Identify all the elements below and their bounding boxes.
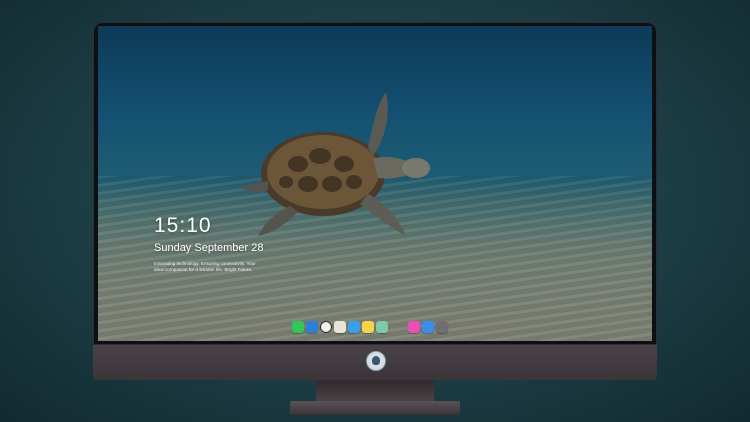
video-icon[interactable] xyxy=(348,321,360,333)
finder-icon[interactable] xyxy=(306,321,318,333)
brand-logo-icon xyxy=(366,351,386,371)
clock-icon[interactable] xyxy=(320,321,332,333)
camera-icon[interactable] xyxy=(436,321,448,333)
monitor: 15:10 Sunday September 28 Innovating tec… xyxy=(93,22,657,380)
monitor-stand-neck xyxy=(316,380,434,402)
dock xyxy=(292,320,448,334)
photos-icon[interactable] xyxy=(334,321,346,333)
safari-icon[interactable] xyxy=(422,321,434,333)
maps-icon[interactable] xyxy=(376,321,388,333)
lock-date: Sunday September 28 xyxy=(154,242,264,254)
notes-icon[interactable] xyxy=(362,321,374,333)
music-icon[interactable] xyxy=(408,321,420,333)
monitor-chin xyxy=(93,345,657,380)
lock-screen[interactable]: 15:10 Sunday September 28 Innovating tec… xyxy=(98,26,652,341)
monitor-bezel: 15:10 Sunday September 28 Innovating tec… xyxy=(93,22,657,345)
lock-screen-info: 15:10 Sunday September 28 Innovating tec… xyxy=(154,214,264,273)
monitor-stand-base xyxy=(290,401,460,415)
lock-tagline: Innovating technology, Ensuring connecti… xyxy=(154,261,256,272)
messages-icon[interactable] xyxy=(292,321,304,333)
lock-clock: 15:10 xyxy=(154,214,212,237)
